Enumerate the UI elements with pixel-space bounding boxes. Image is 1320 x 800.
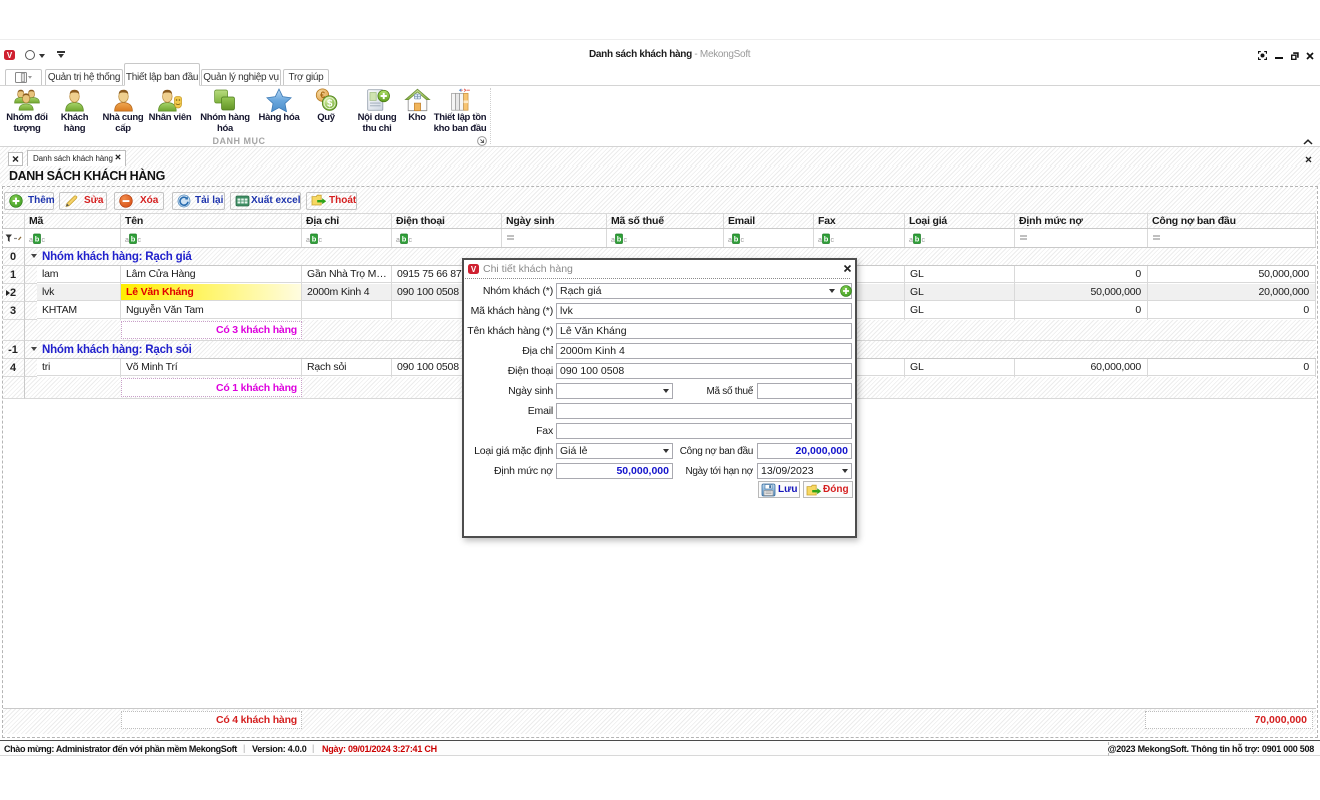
svg-text:b: b [312, 235, 317, 244]
svg-text:$: $ [327, 99, 333, 110]
svg-text:a: a [818, 237, 822, 244]
svg-text:b: b [402, 235, 407, 244]
svg-text:a: a [125, 237, 129, 244]
svg-text:c: c [138, 237, 142, 244]
svg-text:c: c [831, 237, 835, 244]
svg-text:b: b [915, 235, 920, 244]
svg-text:a: a [909, 237, 913, 244]
svg-text:a: a [306, 237, 310, 244]
svg-text:b: b [617, 235, 622, 244]
svg-text:b: b [734, 235, 739, 244]
svg-text:a: a [29, 237, 33, 244]
svg-text:b: b [824, 235, 829, 244]
svg-text:c: c [42, 237, 46, 244]
svg-text:a: a [396, 237, 400, 244]
svg-text:c: c [409, 237, 413, 244]
svg-text:c: c [922, 237, 926, 244]
svg-text:V: V [7, 51, 13, 60]
svg-text:V: V [471, 265, 477, 274]
svg-text:b: b [35, 235, 40, 244]
svg-text:a: a [611, 237, 615, 244]
svg-text:a: a [728, 237, 732, 244]
svg-text:c: c [741, 237, 745, 244]
svg-text:c: c [319, 237, 323, 244]
svg-text:c: c [624, 237, 628, 244]
svg-text:b: b [131, 235, 136, 244]
